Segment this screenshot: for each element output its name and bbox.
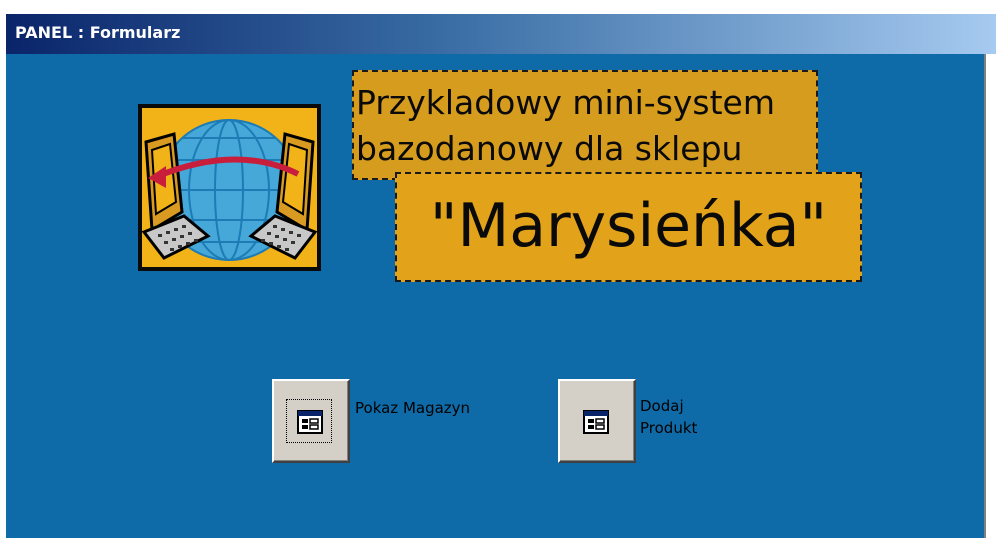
form-window: PANEL : Formularz Przykladowy mini-syste… bbox=[0, 0, 996, 538]
window-right-border bbox=[984, 54, 996, 538]
add-product-button[interactable] bbox=[558, 379, 636, 463]
form-icon bbox=[297, 410, 323, 434]
subtitle-line-1: Przykladowy mini-system bbox=[356, 83, 775, 122]
subtitle-line-2: bazodanowy dla sklepu bbox=[356, 129, 743, 168]
window-title: PANEL : Formularz bbox=[15, 23, 181, 42]
show-warehouse-caption: Pokaz Magazyn bbox=[355, 399, 471, 417]
add-product-caption: Dodaj Produkt bbox=[640, 395, 697, 439]
subtitle-label: Przykladowy mini-system bazodanowy dla s… bbox=[352, 70, 818, 180]
add-product-caption-line-2: Produkt bbox=[640, 419, 698, 437]
show-warehouse-button[interactable] bbox=[272, 379, 350, 463]
form-icon bbox=[583, 410, 609, 434]
add-product-caption-line-1: Dodaj bbox=[640, 397, 684, 415]
title-bar[interactable]: PANEL : Formularz bbox=[6, 14, 996, 54]
network-computers-globe-icon bbox=[138, 104, 321, 271]
shop-name-label: "Marysieńka" bbox=[395, 172, 862, 282]
